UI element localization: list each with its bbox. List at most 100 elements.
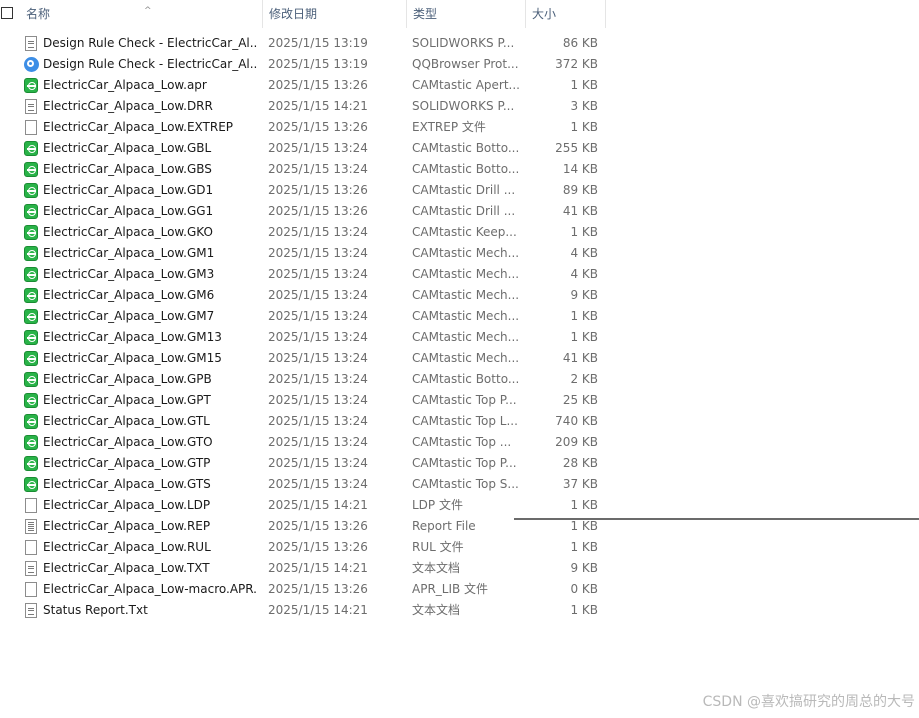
file-row[interactable]: Status Report.Txt 2025/1/15 14:21 文本文档 1 KB — [0, 600, 606, 621]
file-row[interactable]: ElectricCar_Alpaca_Low.LDP 2025/1/15 14:2… — [0, 495, 606, 516]
file-name: ElectricCar_Alpaca_Low-macro.APR... — [43, 582, 258, 596]
file-row[interactable]: ElectricCar_Alpaca_Low.GBS 2025/1/15 13:2… — [0, 159, 606, 180]
file-modified-date: 2025/1/15 13:26 — [268, 78, 368, 92]
column-header-name[interactable]: 名称 ^ — [20, 0, 262, 28]
select-all-checkbox[interactable] — [1, 7, 13, 19]
file-icon-cell — [23, 537, 39, 558]
file-row[interactable]: ElectricCar_Alpaca_Low.GM15 2025/1/15 13:… — [0, 348, 606, 369]
file-modified-date: 2025/1/15 13:24 — [268, 162, 368, 176]
file-modified-date: 2025/1/15 13:24 — [268, 225, 368, 239]
file-name: Design Rule Check - ElectricCar_Al... — [43, 57, 258, 71]
file-size: 41 KB — [562, 351, 598, 365]
text-document-icon — [25, 603, 37, 618]
file-name: ElectricCar_Alpaca_Low.DRR — [43, 99, 213, 113]
file-name: ElectricCar_Alpaca_Low.EXTREP — [43, 120, 234, 134]
file-type: CAMtastic Top ... — [412, 435, 512, 449]
divider-line — [514, 518, 919, 520]
file-icon-cell — [23, 411, 39, 432]
file-row[interactable]: ElectricCar_Alpaca_Low.GTL 2025/1/15 13:2… — [0, 411, 606, 432]
camtastic-file-icon — [24, 225, 38, 240]
file-name: ElectricCar_Alpaca_Low.apr — [43, 78, 207, 92]
camtastic-file-icon — [24, 267, 38, 282]
file-icon-cell — [23, 138, 39, 159]
file-icon-cell — [23, 75, 39, 96]
file-modified-date: 2025/1/15 13:26 — [268, 204, 368, 218]
file-type: CAMtastic Top P... — [412, 393, 517, 407]
file-size: 9 KB — [570, 288, 598, 302]
column-divider[interactable] — [605, 0, 606, 28]
file-name: ElectricCar_Alpaca_Low.GBL — [43, 141, 212, 155]
file-icon-cell — [23, 243, 39, 264]
file-size: 209 KB — [555, 435, 598, 449]
file-modified-date: 2025/1/15 13:19 — [268, 36, 368, 50]
camtastic-file-icon — [24, 435, 38, 450]
file-icon-cell — [23, 474, 39, 495]
file-row[interactable]: ElectricCar_Alpaca_Low.GPB 2025/1/15 13:2… — [0, 369, 606, 390]
camtastic-file-icon — [24, 372, 38, 387]
file-size: 86 KB — [562, 36, 598, 50]
camtastic-file-icon — [24, 162, 38, 177]
file-row[interactable]: ElectricCar_Alpaca_Low.GD1 2025/1/15 13:2… — [0, 180, 606, 201]
file-modified-date: 2025/1/15 13:26 — [268, 540, 368, 554]
blank-file-icon — [25, 498, 37, 513]
file-row[interactable]: ElectricCar_Alpaca_Low.GTS 2025/1/15 13:2… — [0, 474, 606, 495]
file-row[interactable]: ElectricCar_Alpaca_Low.GM3 2025/1/15 13:2… — [0, 264, 606, 285]
file-icon-cell — [23, 180, 39, 201]
file-type: CAMtastic Mech... — [412, 267, 520, 281]
column-header-date[interactable]: 修改日期 — [263, 0, 406, 28]
file-type: EXTREP 文件 — [412, 120, 486, 134]
file-row[interactable]: ElectricCar_Alpaca_Low.TXT 2025/1/15 14:2… — [0, 558, 606, 579]
file-modified-date: 2025/1/15 13:26 — [268, 519, 368, 533]
file-row[interactable]: ElectricCar_Alpaca_Low.GKO 2025/1/15 13:2… — [0, 222, 606, 243]
file-row[interactable]: ElectricCar_Alpaca_Low.GG1 2025/1/15 13:2… — [0, 201, 606, 222]
file-type: CAMtastic Botto... — [412, 141, 520, 155]
file-size: 4 KB — [570, 267, 598, 281]
file-size: 37 KB — [562, 477, 598, 491]
file-row[interactable]: ElectricCar_Alpaca_Low.GTP 2025/1/15 13:2… — [0, 453, 606, 474]
file-name: ElectricCar_Alpaca_Low.GTO — [43, 435, 213, 449]
file-type: CAMtastic Drill ... — [412, 183, 516, 197]
file-size: 1 KB — [570, 225, 598, 239]
file-name: ElectricCar_Alpaca_Low.GM3 — [43, 267, 215, 281]
file-modified-date: 2025/1/15 13:24 — [268, 351, 368, 365]
file-row[interactable]: ElectricCar_Alpaca_Low.GPT 2025/1/15 13:2… — [0, 390, 606, 411]
file-modified-date: 2025/1/15 14:21 — [268, 99, 368, 113]
file-size: 255 KB — [555, 141, 598, 155]
file-row[interactable]: ElectricCar_Alpaca_Low-macro.APR... 2025/… — [0, 579, 606, 600]
file-size: 1 KB — [570, 498, 598, 512]
qqbrowser-file-icon — [24, 57, 39, 72]
column-header-size[interactable]: 大小 — [526, 0, 605, 28]
file-row[interactable]: ElectricCar_Alpaca_Low.GM6 2025/1/15 13:2… — [0, 285, 606, 306]
file-icon-cell — [23, 432, 39, 453]
text-document-icon — [25, 561, 37, 576]
file-row[interactable]: ElectricCar_Alpaca_Low.GM7 2025/1/15 13:2… — [0, 306, 606, 327]
camtastic-file-icon — [24, 477, 38, 492]
file-modified-date: 2025/1/15 13:24 — [268, 267, 368, 281]
file-modified-date: 2025/1/15 13:19 — [268, 57, 368, 71]
file-row[interactable]: ElectricCar_Alpaca_Low.GTO 2025/1/15 13:2… — [0, 432, 606, 453]
file-modified-date: 2025/1/15 13:24 — [268, 288, 368, 302]
text-document-icon — [25, 99, 37, 114]
file-name: ElectricCar_Alpaca_Low.GM7 — [43, 309, 215, 323]
camtastic-file-icon — [24, 330, 38, 345]
file-row[interactable]: Design Rule Check - ElectricCar_Al... 202… — [0, 54, 606, 75]
file-modified-date: 2025/1/15 14:21 — [268, 498, 368, 512]
file-row[interactable]: ElectricCar_Alpaca_Low.GBL 2025/1/15 13:2… — [0, 138, 606, 159]
file-row[interactable]: ElectricCar_Alpaca_Low.RUL 2025/1/15 13:2… — [0, 537, 606, 558]
file-row[interactable]: ElectricCar_Alpaca_Low.DRR 2025/1/15 14:2… — [0, 96, 606, 117]
file-row[interactable]: ElectricCar_Alpaca_Low.GM13 2025/1/15 13:… — [0, 327, 606, 348]
file-icon-cell — [23, 264, 39, 285]
column-header-type[interactable]: 类型 — [407, 0, 525, 28]
camtastic-file-icon — [24, 351, 38, 366]
file-row[interactable]: Design Rule Check - ElectricCar_Al... 202… — [0, 33, 606, 54]
camtastic-file-icon — [24, 78, 38, 93]
file-modified-date: 2025/1/15 13:24 — [268, 393, 368, 407]
file-modified-date: 2025/1/15 13:24 — [268, 435, 368, 449]
file-explorer-window: 名称 ^ 修改日期 类型 大小 Design Rule Check - Elec… — [0, 0, 919, 718]
file-size: 28 KB — [562, 456, 598, 470]
file-row[interactable]: ElectricCar_Alpaca_Low.EXTREP 2025/1/15 1… — [0, 117, 606, 138]
file-size: 740 KB — [555, 414, 598, 428]
file-row[interactable]: ElectricCar_Alpaca_Low.GM1 2025/1/15 13:2… — [0, 243, 606, 264]
file-name: ElectricCar_Alpaca_Low.GM6 — [43, 288, 215, 302]
file-row[interactable]: ElectricCar_Alpaca_Low.apr 2025/1/15 13:2… — [0, 75, 606, 96]
